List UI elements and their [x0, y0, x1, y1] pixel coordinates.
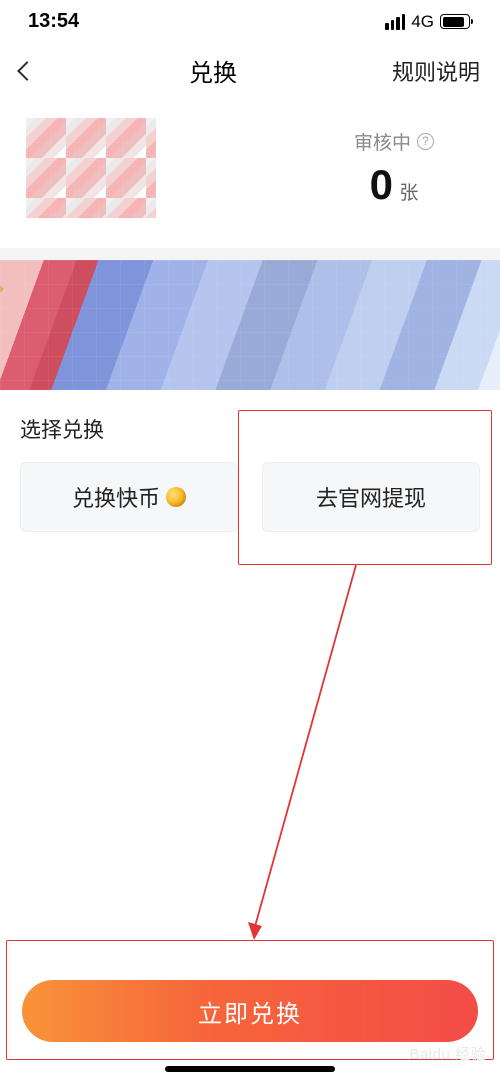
info-row: 审核中 ? 0 张	[0, 104, 500, 248]
coin-icon	[166, 487, 186, 507]
avatar-censored	[26, 118, 156, 218]
cta-wrap: 立即兑换	[0, 980, 500, 1042]
signal-icon	[385, 14, 405, 30]
banner-censored[interactable]	[0, 260, 500, 390]
battery-icon	[440, 14, 470, 29]
back-icon[interactable]	[17, 61, 37, 81]
option-withdraw[interactable]: 去官网提现	[262, 462, 480, 532]
options-row: 兑换快币 去官网提现	[0, 462, 500, 532]
status-time: 13:54	[28, 10, 79, 33]
count-number: 0	[370, 161, 393, 208]
section-label: 选择兑换	[0, 390, 500, 462]
review-label: 审核中	[354, 128, 411, 155]
option-coin-label: 兑换快币	[72, 481, 160, 513]
option-coin[interactable]: 兑换快币	[20, 462, 238, 532]
review-label-row: 审核中 ?	[354, 128, 434, 155]
status-bar: 13:54 4G	[0, 0, 500, 39]
watermark: Baidu 经验	[409, 1043, 486, 1064]
home-indicator	[165, 1066, 335, 1072]
option-withdraw-label: 去官网提现	[316, 481, 426, 513]
title-bar: 兑换 规则说明	[0, 39, 500, 104]
network-label: 4G	[411, 12, 434, 32]
review-block: 审核中 ? 0 张	[354, 128, 474, 209]
status-indicators: 4G	[385, 12, 470, 32]
count-unit: 张	[399, 183, 418, 204]
help-icon[interactable]: ?	[417, 133, 434, 150]
count-row: 0 张	[354, 161, 434, 209]
exchange-button-label: 立即兑换	[198, 994, 302, 1029]
page-title: 兑换	[189, 53, 237, 88]
section-gap	[0, 248, 500, 260]
exchange-button[interactable]: 立即兑换	[22, 980, 478, 1042]
rules-link[interactable]: 规则说明	[392, 55, 480, 87]
